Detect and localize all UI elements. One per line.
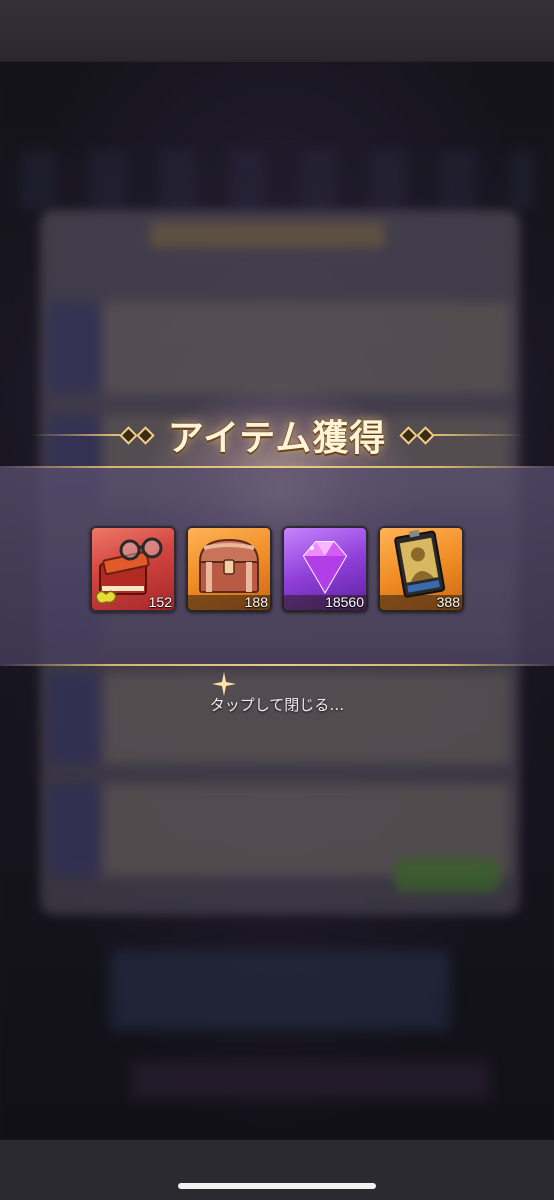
home-indicator[interactable] bbox=[178, 1183, 376, 1189]
sparkle-icon bbox=[212, 672, 236, 696]
reward-item[interactable]: 388 bbox=[378, 526, 464, 612]
reward-item[interactable]: 188 bbox=[186, 526, 272, 612]
band-top-border bbox=[0, 466, 554, 468]
item-count: 188 bbox=[244, 594, 268, 610]
diamond-ornament-icon bbox=[416, 425, 435, 445]
band-bottom-border bbox=[0, 664, 554, 666]
home-area bbox=[0, 1140, 554, 1200]
item-count: 152 bbox=[148, 594, 172, 610]
modal-title: アイテム獲得 bbox=[167, 418, 387, 459]
title-ornament-left bbox=[29, 425, 155, 445]
diamond-ornament-icon bbox=[119, 425, 138, 445]
item-count: 388 bbox=[436, 594, 460, 610]
title-ornament-right bbox=[399, 425, 525, 445]
modal-header: アイテム獲得 bbox=[0, 405, 554, 465]
reward-item[interactable]: 18560 bbox=[282, 526, 368, 612]
diamond-ornament-icon bbox=[136, 425, 155, 445]
item-count: 18560 bbox=[325, 594, 364, 610]
status-bar bbox=[0, 0, 554, 62]
reward-item[interactable]: 152 bbox=[90, 526, 176, 612]
reward-items: 152 188 18560 388 bbox=[90, 526, 464, 614]
tap-to-close-hint[interactable]: タップして閉じる… bbox=[0, 694, 554, 720]
